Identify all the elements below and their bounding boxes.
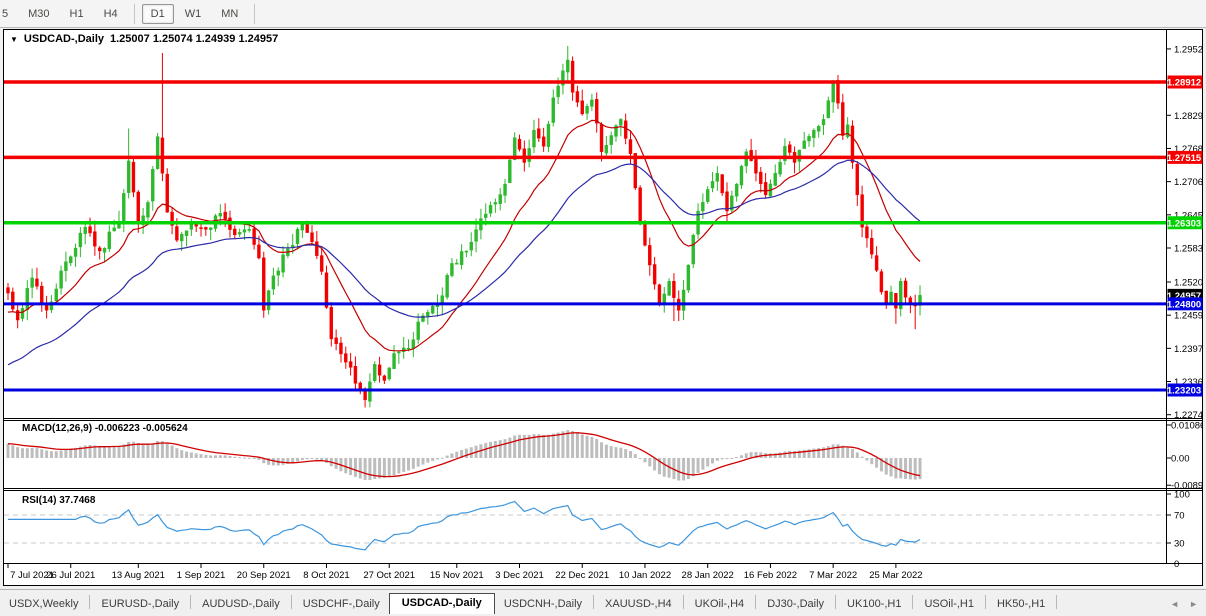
svg-text:100: 100 [1174, 490, 1190, 501]
svg-text:1.27515: 1.27515 [1167, 153, 1202, 164]
tab-ukoil-h4[interactable]: UKOil-,H4 [686, 595, 754, 614]
svg-text:20 Sep 2021: 20 Sep 2021 [237, 570, 291, 581]
tab-separator [682, 595, 684, 609]
price-chart-canvas[interactable]: 1.295251.282951.276801.270651.264501.258… [3, 29, 1203, 586]
svg-text:0.00: 0.00 [1171, 454, 1190, 465]
svg-text:1.23203: 1.23203 [1167, 385, 1201, 396]
svg-text:1 Sep 2021: 1 Sep 2021 [177, 570, 226, 581]
svg-text:1.28912: 1.28912 [1167, 78, 1201, 89]
svg-text:8 Oct 2021: 8 Oct 2021 [303, 570, 349, 581]
timeframe-toolbar: 5 M30 H1 H4 D1 W1 MN [0, 0, 1206, 28]
tab-separator [835, 595, 837, 609]
symbol-tab-bar: USDX,Weekly EURUSD-,Daily AUDUSD-,Daily USD… [0, 589, 1206, 614]
svg-text:1.23975: 1.23975 [1174, 344, 1203, 355]
tab-usdcad-daily[interactable]: USDCAD-,Daily [388, 593, 495, 614]
svg-text:70: 70 [1174, 511, 1185, 522]
tab-eurusd-daily[interactable]: EURUSD-,Daily [92, 595, 188, 614]
svg-text:10 Jan 2022: 10 Jan 2022 [619, 570, 671, 581]
svg-text:15 Nov 2021: 15 Nov 2021 [430, 570, 484, 581]
svg-text:27 Oct 2021: 27 Oct 2021 [363, 570, 415, 581]
svg-text:7 Mar 2022: 7 Mar 2022 [809, 570, 857, 581]
svg-text:1.25835: 1.25835 [1174, 244, 1203, 255]
tab-separator [984, 595, 986, 609]
tab-usoil-h1[interactable]: USOil-,H1 [915, 595, 983, 614]
svg-text:1.28295: 1.28295 [1174, 111, 1203, 122]
svg-text:22 Dec 2021: 22 Dec 2021 [555, 570, 609, 581]
svg-text:1.25205: 1.25205 [1174, 277, 1203, 288]
tab-uk100-h1[interactable]: UK100-,H1 [838, 595, 910, 614]
svg-text:1.24800: 1.24800 [1167, 299, 1201, 310]
svg-text:0: 0 [1174, 559, 1179, 570]
svg-text:1.24590: 1.24590 [1174, 311, 1203, 322]
tab-usdchf-daily[interactable]: USDCHF-,Daily [294, 595, 389, 614]
svg-text:30: 30 [1174, 539, 1185, 550]
tab-scroll-left-icon[interactable]: ◄ [1170, 599, 1179, 609]
timeframe-button-d1[interactable]: D1 [141, 3, 174, 24]
price-badge-1.23203: 1.23203 [1167, 383, 1203, 397]
trading-terminal: { "toolbar": { "items": [ {"label":"5","… [0, 0, 1206, 616]
tab-separator [593, 595, 595, 609]
svg-text:26 Jul 2021: 26 Jul 2021 [46, 570, 95, 581]
timeframe-button-5[interactable]: 5 [0, 4, 17, 24]
tab-scroll-right-icon[interactable]: ► [1189, 599, 1198, 609]
tab-dj30-daily[interactable]: DJ30-,Daily [758, 595, 833, 614]
tab-hk50-h1[interactable]: HK50-,H1 [988, 595, 1054, 614]
svg-text:0.010869: 0.010869 [1171, 421, 1203, 432]
tab-separator [755, 595, 757, 609]
svg-text:3 Dec 2021: 3 Dec 2021 [495, 570, 544, 581]
svg-text:1.26303: 1.26303 [1167, 218, 1201, 229]
timeframe-button-h4[interactable]: H4 [95, 4, 127, 24]
price-badge-1.24800: 1.24800 [1167, 297, 1203, 311]
tab-separator [1056, 595, 1058, 609]
tab-audusd-daily[interactable]: AUDUSD-,Daily [193, 595, 289, 614]
tab-separator [290, 595, 292, 609]
tab-xauusd-h4[interactable]: XAUUSD-,H4 [596, 595, 681, 614]
timeframe-button-m30[interactable]: M30 [19, 4, 58, 24]
chart-window[interactable]: 1.295251.282951.276801.270651.264501.258… [3, 29, 1203, 586]
tab-separator [190, 595, 192, 609]
tab-scroll-controls: ◄ ► [1166, 599, 1206, 614]
timeframe-button-w1[interactable]: W1 [176, 4, 211, 24]
price-badge-1.26303: 1.26303 [1167, 216, 1203, 230]
price-badge-1.28912: 1.28912 [1167, 75, 1203, 89]
timeframe-button-mn[interactable]: MN [212, 4, 247, 24]
svg-text:1.27065: 1.27065 [1174, 177, 1203, 188]
svg-text:1.29525: 1.29525 [1174, 44, 1203, 55]
svg-text:13 Aug 2021: 13 Aug 2021 [112, 570, 165, 581]
svg-text:28 Jan 2022: 28 Jan 2022 [682, 570, 734, 581]
toolbar-separator [254, 3, 256, 24]
tab-separator [912, 595, 914, 609]
toolbar-separator [133, 3, 135, 24]
price-badge-1.27515: 1.27515 [1167, 150, 1203, 164]
tab-usdx-weekly[interactable]: USDX,Weekly [0, 595, 87, 614]
chart-background [3, 29, 1203, 586]
svg-text:16 Feb 2022: 16 Feb 2022 [744, 570, 797, 581]
timeframe-button-h1[interactable]: H1 [61, 4, 93, 24]
svg-text:25 Mar 2022: 25 Mar 2022 [869, 570, 922, 581]
tab-usdcnh-daily[interactable]: USDCNH-,Daily [495, 595, 591, 614]
tab-separator [89, 595, 91, 609]
